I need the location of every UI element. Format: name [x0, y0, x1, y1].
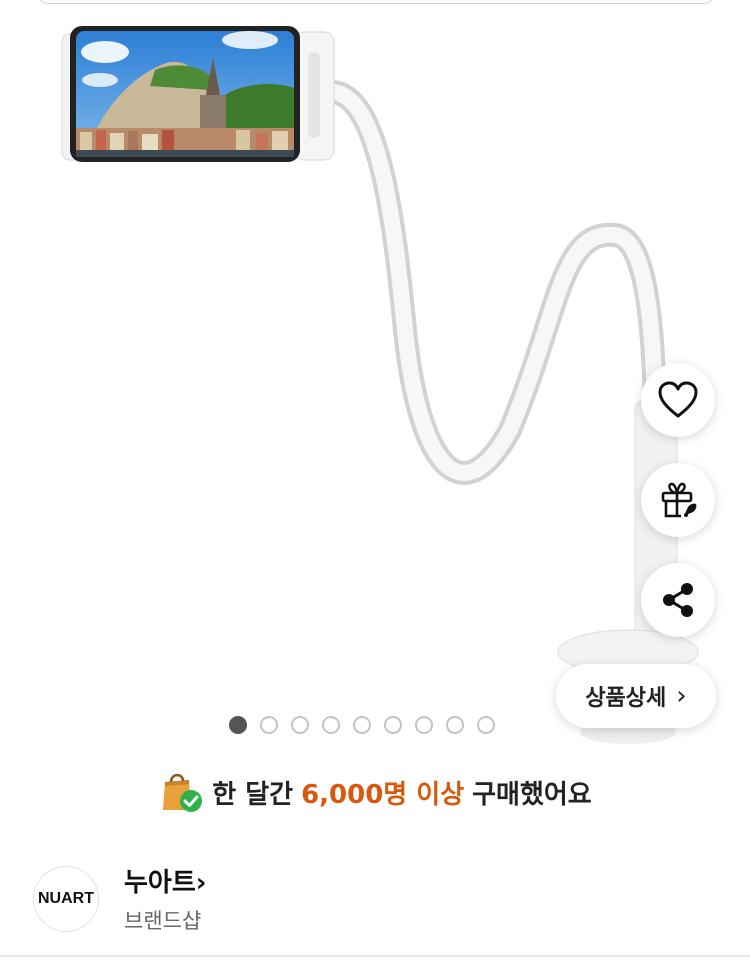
- carousel-dot[interactable]: [446, 716, 464, 734]
- product-image: [61, 26, 699, 744]
- share-icon: [663, 583, 693, 617]
- divider: [0, 955, 750, 957]
- carousel-dot[interactable]: [260, 716, 278, 734]
- brand-subtitle: 브랜드샵: [124, 909, 202, 933]
- brand-name-link[interactable]: 누아트›: [124, 862, 206, 899]
- chevron-right-icon: ›: [195, 868, 207, 898]
- carousel-dot[interactable]: [415, 716, 433, 734]
- chevron-right-icon: ›: [676, 681, 687, 711]
- carousel-dot[interactable]: [322, 716, 340, 734]
- purchase-suffix: 구매했어요: [472, 779, 592, 810]
- product-detail-button[interactable]: 상품상세 ›: [556, 664, 716, 728]
- purchase-prefix: 한 달간: [212, 779, 294, 810]
- brand-name: 누아트: [124, 868, 196, 898]
- carousel-dot[interactable]: [353, 716, 371, 734]
- purchase-count-banner: 한 달간 6,000명 이상 구매했어요: [0, 766, 750, 818]
- carousel-dot[interactable]: [291, 716, 309, 734]
- carousel-dot-active[interactable]: [229, 716, 247, 734]
- heart-icon: [658, 381, 698, 418]
- carousel-dot[interactable]: [384, 716, 402, 734]
- gift-icon: [661, 482, 697, 518]
- shopping-bag-check-icon: [163, 773, 203, 812]
- carousel-pagination: [229, 716, 495, 734]
- product-detail-label: 상품상세: [585, 686, 667, 711]
- share-button[interactable]: [641, 563, 715, 637]
- like-button[interactable]: [641, 363, 715, 437]
- brand-logo-text: NUART: [38, 890, 94, 907]
- brand-logo[interactable]: NUART: [33, 866, 99, 932]
- carousel-dot[interactable]: [477, 716, 495, 734]
- gift-button[interactable]: [641, 463, 715, 537]
- purchase-count: 6,000명 이상: [301, 779, 465, 810]
